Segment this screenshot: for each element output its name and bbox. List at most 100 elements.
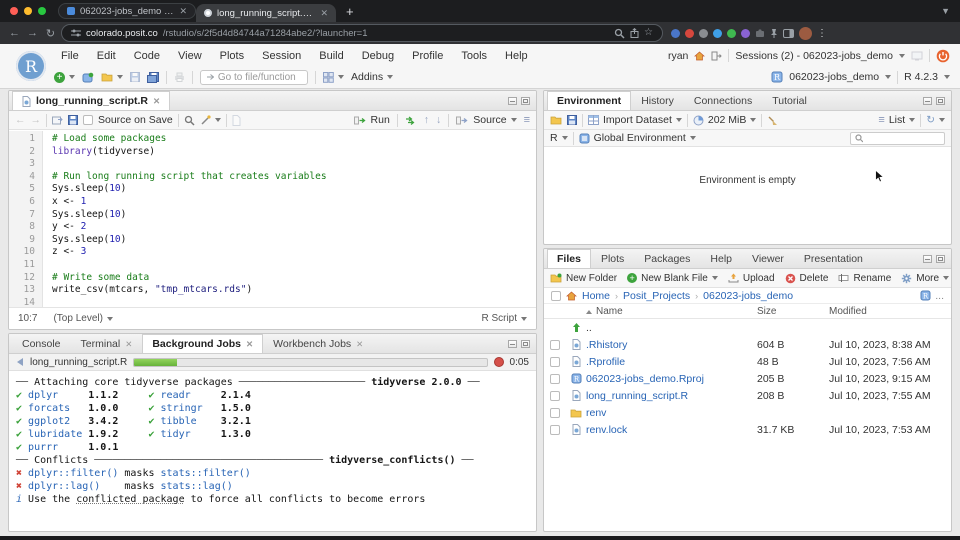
sessions-dropdown[interactable]: Sessions (2) - 062023-jobs_demo bbox=[735, 50, 893, 62]
scope-selector[interactable]: (Top Level) bbox=[53, 313, 113, 324]
file-row[interactable]: renv.lock 31.7 KB Jul 10, 2023, 7:53 AM bbox=[544, 421, 951, 438]
environment-scope-selector[interactable]: Global Environment bbox=[579, 132, 696, 144]
document-outline-icon[interactable]: ≡ bbox=[524, 114, 530, 126]
file-name[interactable]: renv.lock bbox=[586, 424, 627, 436]
forward-icon[interactable]: → bbox=[31, 114, 42, 126]
menu-session[interactable]: Session bbox=[253, 50, 310, 62]
new-project-icon[interactable] bbox=[82, 72, 94, 83]
print-icon[interactable] bbox=[174, 72, 185, 82]
minimize-pane-icon[interactable] bbox=[508, 340, 517, 348]
environment-search-box[interactable] bbox=[850, 131, 945, 145]
save-icon[interactable] bbox=[130, 72, 140, 82]
bookmark-star-icon[interactable]: ☆ bbox=[644, 28, 653, 38]
menu-debug[interactable]: Debug bbox=[353, 50, 403, 62]
breadcrumb-home[interactable]: Home bbox=[582, 290, 610, 302]
file-type-selector[interactable]: R Script bbox=[481, 313, 527, 324]
save-icon[interactable] bbox=[68, 115, 78, 125]
more-button[interactable]: More bbox=[901, 273, 950, 284]
tab-files[interactable]: Files bbox=[547, 249, 591, 268]
menu-view[interactable]: View bbox=[169, 50, 211, 62]
zoom-window-icon[interactable] bbox=[38, 7, 46, 15]
new-blank-file-button[interactable]: + New Blank File bbox=[627, 273, 718, 284]
close-tab-icon[interactable]: ✕ bbox=[356, 339, 363, 350]
breadcrumb-current[interactable]: 062023-jobs_demo bbox=[703, 290, 793, 302]
select-all-checkbox[interactable] bbox=[551, 290, 561, 301]
code-editor[interactable]: 1 2 3 4 5 6 7 8 9 10 11 12 13 14 # Load some packages… bbox=[9, 131, 536, 308]
menu-edit[interactable]: Edit bbox=[88, 50, 125, 62]
save-all-icon[interactable] bbox=[147, 71, 159, 83]
browser-tab-script[interactable]: long_running_script.R — 062 ✕ bbox=[196, 4, 336, 22]
extension-icon[interactable] bbox=[727, 28, 736, 38]
maximize-pane-icon[interactable] bbox=[521, 340, 530, 348]
clear-objects-broom-icon[interactable] bbox=[767, 115, 778, 126]
new-tab-icon[interactable]: + bbox=[346, 4, 354, 19]
maximize-pane-icon[interactable] bbox=[936, 97, 945, 105]
code-tools-button[interactable] bbox=[200, 114, 221, 126]
file-checkbox[interactable] bbox=[550, 407, 560, 418]
quit-session-power-icon[interactable] bbox=[936, 49, 950, 63]
file-name[interactable]: .. bbox=[586, 322, 592, 334]
tab-tutorial[interactable]: Tutorial bbox=[762, 91, 817, 110]
file-row[interactable]: .Rhistory 604 B Jul 10, 2023, 8:38 AM bbox=[544, 336, 951, 353]
tab-workbench-jobs[interactable]: Workbench Jobs ✕ bbox=[263, 334, 373, 353]
back-icon[interactable]: ← bbox=[8, 27, 21, 39]
file-row[interactable]: R 062023-jobs_demo.Rproj 205 B Jul 10, 2023… bbox=[544, 370, 951, 387]
minimize-pane-icon[interactable] bbox=[923, 97, 932, 105]
source-tab[interactable]: long_running_script.R ✕ bbox=[12, 91, 171, 110]
share-icon[interactable] bbox=[630, 28, 639, 38]
extension-icon[interactable] bbox=[741, 28, 750, 38]
job-back-icon[interactable] bbox=[16, 358, 24, 366]
close-tab-icon[interactable]: ✕ bbox=[125, 339, 132, 350]
tab-terminal[interactable]: Terminal ✕ bbox=[71, 334, 143, 353]
side-panel-icon[interactable] bbox=[783, 28, 794, 38]
rerun-icon[interactable] bbox=[405, 116, 417, 125]
home-icon[interactable] bbox=[566, 291, 577, 301]
minimize-window-icon[interactable] bbox=[24, 7, 32, 15]
extensions-puzzle-icon[interactable] bbox=[755, 28, 765, 38]
refresh-button[interactable]: ↻ bbox=[926, 114, 945, 126]
goto-file-box[interactable] bbox=[200, 69, 308, 85]
file-name[interactable]: long_running_script.R bbox=[586, 390, 688, 402]
column-name[interactable]: Name bbox=[586, 306, 757, 317]
open-file-button[interactable] bbox=[101, 72, 123, 82]
stop-job-icon[interactable] bbox=[493, 357, 504, 367]
memory-usage-button[interactable]: 202 MiB bbox=[693, 114, 757, 126]
r-version-dropdown[interactable]: R 4.2.3 bbox=[904, 71, 938, 83]
source-on-save-checkbox[interactable] bbox=[83, 115, 93, 125]
load-workspace-icon[interactable] bbox=[550, 115, 562, 125]
zoom-page-icon[interactable] bbox=[614, 28, 625, 39]
new-folder-button[interactable]: New Folder bbox=[550, 273, 617, 284]
address-bar[interactable]: colorado.posit.co/rstudio/s/2f5d4d84744a… bbox=[62, 25, 662, 41]
menu-code[interactable]: Code bbox=[125, 50, 169, 62]
file-name[interactable]: 062023-jobs_demo.Rproj bbox=[586, 373, 704, 385]
source-next-icon[interactable]: ↓ bbox=[436, 114, 441, 126]
extension-icon[interactable] bbox=[713, 28, 722, 38]
minimize-pane-icon[interactable] bbox=[923, 255, 932, 263]
tab-presentation[interactable]: Presentation bbox=[794, 249, 873, 268]
menu-build[interactable]: Build bbox=[310, 50, 352, 62]
run-button[interactable]: Run bbox=[353, 114, 390, 126]
tab-environment[interactable]: Environment bbox=[547, 91, 632, 110]
site-settings-icon[interactable] bbox=[71, 29, 81, 37]
tab-console[interactable]: Console bbox=[12, 334, 71, 353]
tab-help[interactable]: Help bbox=[700, 249, 742, 268]
file-name[interactable]: .Rprofile bbox=[586, 356, 625, 368]
menu-tools[interactable]: Tools bbox=[452, 50, 496, 62]
extension-icon[interactable] bbox=[699, 28, 708, 38]
browser-menu-icon[interactable]: ⋮ bbox=[817, 28, 827, 39]
tab-packages[interactable]: Packages bbox=[634, 249, 700, 268]
menu-file[interactable]: File bbox=[52, 50, 88, 62]
source-prev-icon[interactable]: ↑ bbox=[424, 114, 429, 126]
find-replace-icon[interactable] bbox=[184, 115, 195, 126]
pane-layout-button[interactable] bbox=[323, 71, 344, 83]
language-selector[interactable]: R bbox=[550, 132, 568, 144]
file-name[interactable]: .Rhistory bbox=[586, 339, 627, 351]
rename-button[interactable]: Rename bbox=[838, 273, 891, 284]
tab-history[interactable]: History bbox=[631, 91, 684, 110]
rproj-cube-icon[interactable]: R bbox=[920, 290, 931, 301]
file-checkbox[interactable] bbox=[550, 373, 560, 384]
view-mode-button[interactable]: ≡ List bbox=[878, 114, 916, 126]
file-row[interactable]: renv bbox=[544, 404, 951, 421]
project-dropdown[interactable]: 062023-jobs_demo bbox=[789, 71, 879, 83]
tab-connections[interactable]: Connections bbox=[684, 91, 762, 110]
